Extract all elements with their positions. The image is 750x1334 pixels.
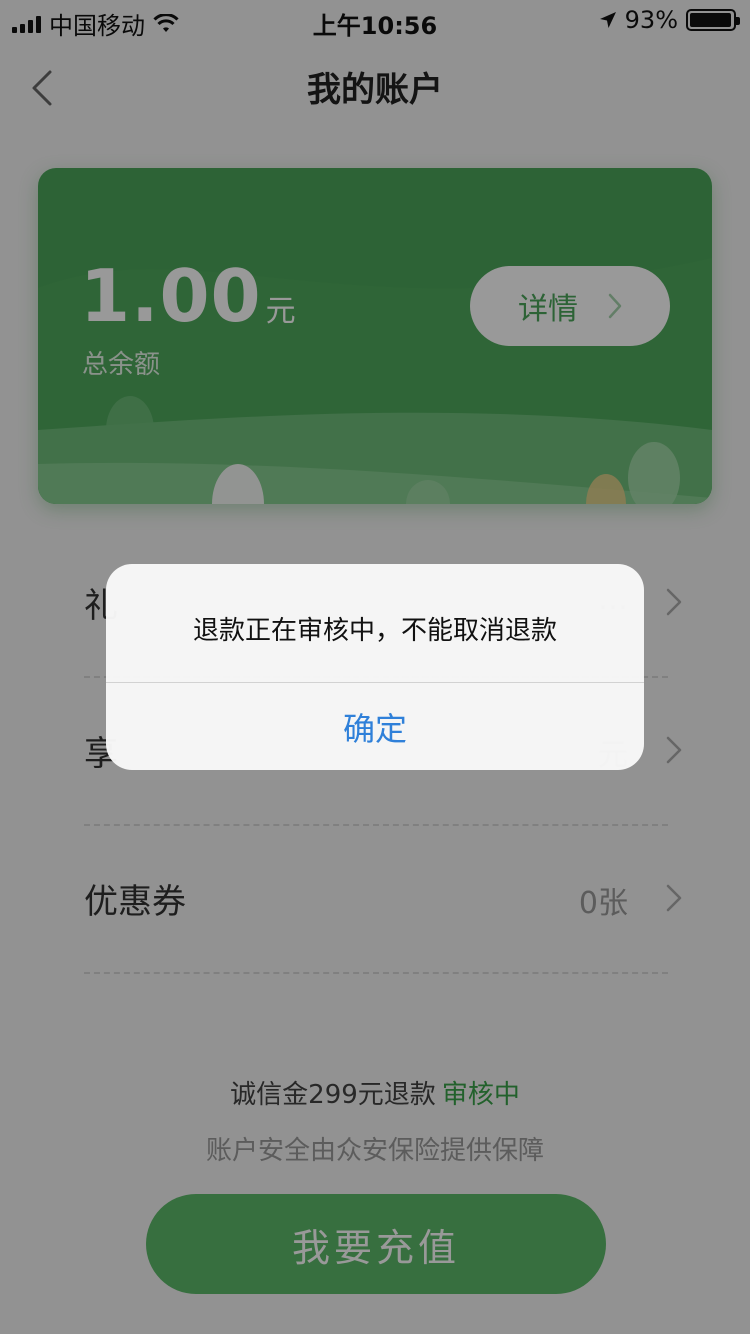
alert-dialog: 退款正在审核中，不能取消退款 确定 [106, 564, 644, 770]
alert-confirm-button[interactable]: 确定 [106, 683, 644, 770]
alert-message: 退款正在审核中，不能取消退款 [192, 616, 557, 646]
